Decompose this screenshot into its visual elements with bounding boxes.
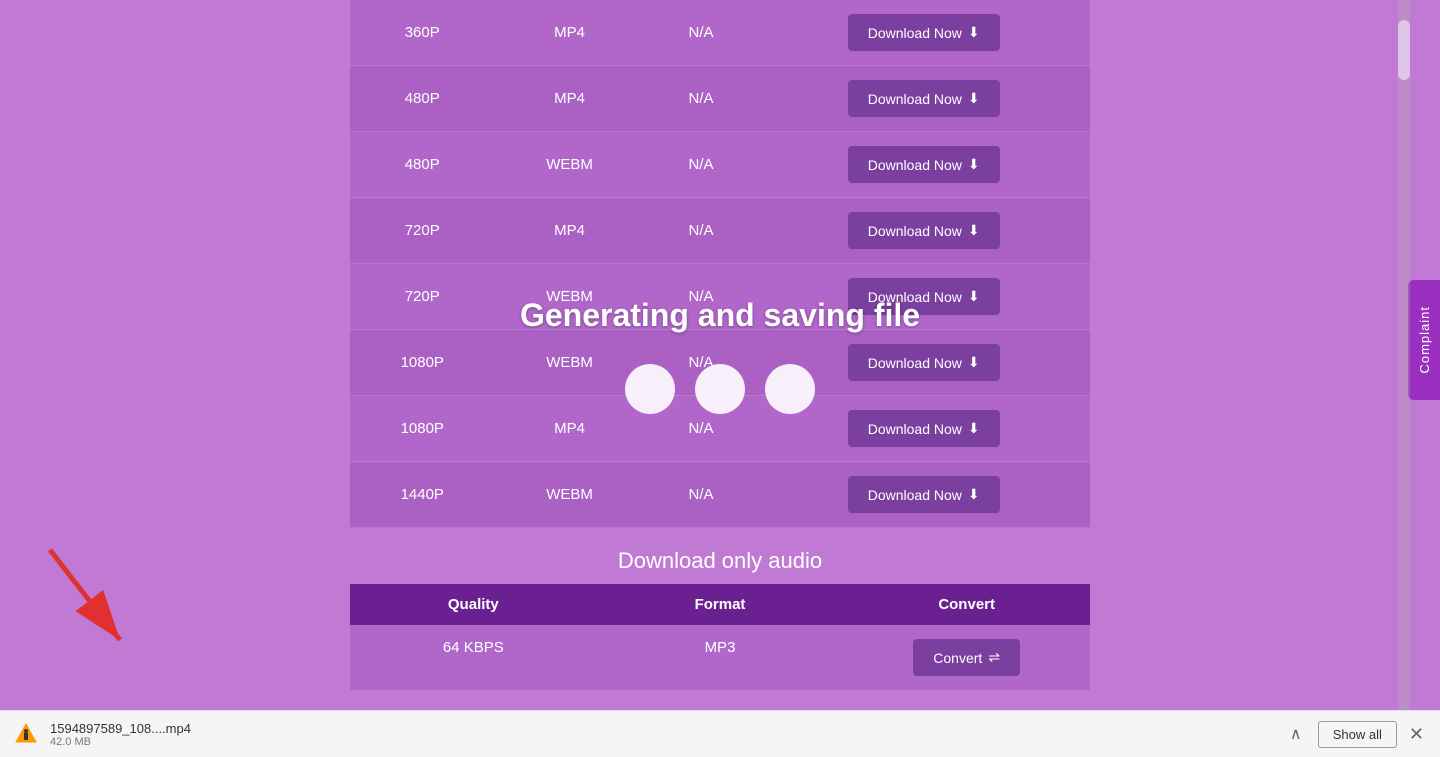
download-btn-label: Download Now — [868, 355, 962, 371]
format-cell: WEBM — [495, 330, 645, 396]
size-cell: N/A — [645, 330, 758, 396]
quality-cell: 720P — [350, 198, 495, 264]
download-now-button[interactable]: Download Now ⬇ — [848, 146, 1000, 183]
scrollbar[interactable] — [1398, 0, 1410, 710]
size-cell: N/A — [645, 264, 758, 330]
size-cell: N/A — [645, 132, 758, 198]
audio-format: MP3 — [597, 625, 844, 690]
download-bar-icon — [12, 720, 40, 748]
table-row: 720P MP4 N/A Download Now ⬇ — [350, 198, 1090, 264]
video-download-table: 360P MP4 N/A Download Now ⬇ 480P MP4 N/A… — [350, 0, 1090, 528]
download-icon: ⬇ — [968, 222, 980, 239]
download-btn-label: Download Now — [868, 289, 962, 305]
table-row: 1080P WEBM N/A Download Now ⬇ — [350, 330, 1090, 396]
download-cell: Download Now ⬇ — [757, 198, 1090, 264]
table-row: 1080P MP4 N/A Download Now ⬇ — [350, 396, 1090, 462]
download-cell: Download Now ⬇ — [757, 330, 1090, 396]
quality-cell: 720P — [350, 264, 495, 330]
download-btn-label: Download Now — [868, 487, 962, 503]
main-content: 360P MP4 N/A Download Now ⬇ 480P MP4 N/A… — [0, 0, 1440, 710]
audio-table-header: Quality Format Convert — [350, 584, 1090, 625]
quality-cell: 1440P — [350, 462, 495, 528]
table-row: 720P WEBM N/A Download Now ⬇ — [350, 264, 1090, 330]
format-cell: MP4 — [495, 66, 645, 132]
download-now-button[interactable]: Download Now ⬇ — [848, 278, 1000, 315]
download-btn-label: Download Now — [868, 223, 962, 239]
size-cell: N/A — [645, 0, 758, 66]
quality-cell: 480P — [350, 132, 495, 198]
quality-cell: 1080P — [350, 330, 495, 396]
download-now-button[interactable]: Download Now ⬇ — [848, 410, 1000, 447]
audio-table-row: 64 KBPS MP3 Convert ⇌ — [350, 625, 1090, 690]
size-cell: N/A — [645, 462, 758, 528]
download-cell: Download Now ⬇ — [757, 66, 1090, 132]
table-row: 480P MP4 N/A Download Now ⬇ — [350, 66, 1090, 132]
size-cell: N/A — [645, 66, 758, 132]
download-icon: ⬇ — [968, 420, 980, 437]
size-cell: N/A — [645, 198, 758, 264]
show-all-button[interactable]: Show all — [1318, 721, 1397, 748]
download-now-button[interactable]: Download Now ⬇ — [848, 344, 1000, 381]
download-btn-label: Download Now — [868, 91, 962, 107]
quality-cell: 1080P — [350, 396, 495, 462]
download-btn-label: Download Now — [868, 25, 962, 41]
format-cell: WEBM — [495, 462, 645, 528]
format-cell: WEBM — [495, 264, 645, 330]
close-icon: ✕ — [1409, 724, 1424, 744]
download-bar-info: 1594897589_108....mp4 42.0 MB — [50, 721, 1274, 748]
red-arrow-indicator — [30, 540, 150, 660]
scrollbar-thumb[interactable] — [1398, 20, 1410, 80]
complaint-tab[interactable]: Complaint — [1408, 280, 1440, 400]
download-now-button[interactable]: Download Now ⬇ — [848, 212, 1000, 249]
download-bar: 1594897589_108....mp4 42.0 MB ∧ Show all… — [0, 710, 1440, 757]
audio-header-format: Format — [597, 584, 844, 625]
download-now-button[interactable]: Download Now ⬇ — [848, 14, 1000, 51]
convert-icon: ⇌ — [988, 649, 1000, 666]
audio-quality: 64 KBPS — [350, 625, 597, 690]
download-cell: Download Now ⬇ — [757, 396, 1090, 462]
audio-header-convert: Convert — [843, 584, 1090, 625]
quality-cell: 360P — [350, 0, 495, 66]
download-btn-label: Download Now — [868, 421, 962, 437]
audio-header-quality: Quality — [350, 584, 597, 625]
convert-button[interactable]: Convert ⇌ — [913, 639, 1020, 676]
format-cell: MP4 — [495, 396, 645, 462]
table-row: 360P MP4 N/A Download Now ⬇ — [350, 0, 1090, 66]
quality-cell: 480P — [350, 66, 495, 132]
download-size: 42.0 MB — [50, 736, 1274, 748]
download-cell: Download Now ⬇ — [757, 462, 1090, 528]
download-cell: Download Now ⬇ — [757, 0, 1090, 66]
download-bar-actions: Show all ✕ — [1318, 721, 1428, 748]
download-icon: ⬇ — [968, 90, 980, 107]
download-btn-label: Download Now — [868, 157, 962, 173]
table-row: 480P WEBM N/A Download Now ⬇ — [350, 132, 1090, 198]
download-cell: Download Now ⬇ — [757, 132, 1090, 198]
format-cell: WEBM — [495, 132, 645, 198]
size-cell: N/A — [645, 396, 758, 462]
download-now-button[interactable]: Download Now ⬇ — [848, 80, 1000, 117]
format-cell: MP4 — [495, 198, 645, 264]
download-filename: 1594897589_108....mp4 — [50, 721, 1274, 736]
audio-section-title: Download only audio — [350, 548, 1090, 574]
audio-convert-cell: Convert ⇌ — [843, 625, 1090, 690]
convert-label: Convert — [933, 650, 982, 666]
download-icon: ⬇ — [968, 288, 980, 305]
complaint-label: Complaint — [1417, 306, 1432, 374]
download-now-button[interactable]: Download Now ⬇ — [848, 476, 1000, 513]
download-cell: Download Now ⬇ — [757, 264, 1090, 330]
expand-button[interactable]: ∧ — [1284, 722, 1308, 746]
download-icon: ⬇ — [968, 486, 980, 503]
format-cell: MP4 — [495, 0, 645, 66]
download-icon: ⬇ — [968, 24, 980, 41]
video-table-container: 360P MP4 N/A Download Now ⬇ 480P MP4 N/A… — [350, 0, 1090, 690]
expand-icon: ∧ — [1290, 724, 1302, 744]
audio-section: Download only audio Quality Format Conve… — [350, 548, 1090, 690]
download-icon: ⬇ — [968, 354, 980, 371]
download-icon: ⬇ — [968, 156, 980, 173]
close-download-bar-button[interactable]: ✕ — [1405, 724, 1428, 745]
table-row: 1440P WEBM N/A Download Now ⬇ — [350, 462, 1090, 528]
